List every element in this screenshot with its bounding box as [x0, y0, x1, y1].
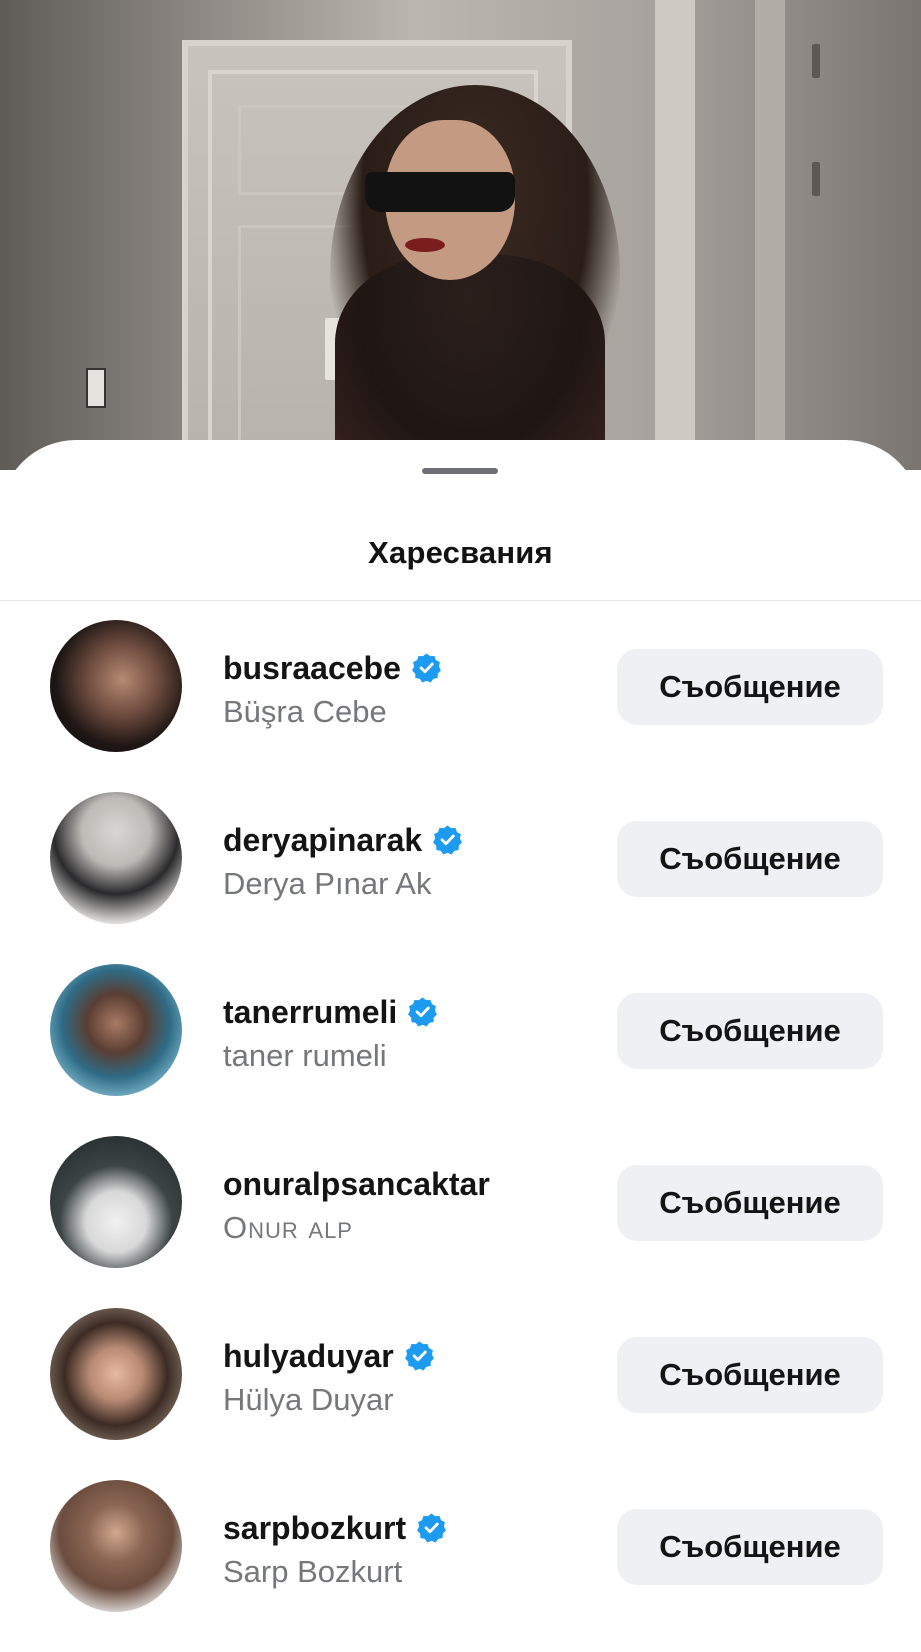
- post-photo-background: [0, 0, 921, 470]
- like-row[interactable]: tanerrumeli taner rumeli Съобщение: [0, 964, 921, 1136]
- verified-badge-icon: [433, 825, 463, 855]
- message-button[interactable]: Съобщение: [617, 649, 883, 725]
- sheet-title: Харесвания: [368, 535, 553, 570]
- username[interactable]: hulyaduyar: [223, 1338, 435, 1375]
- message-button[interactable]: Съобщение: [617, 821, 883, 897]
- avatar[interactable]: [50, 1480, 182, 1612]
- username[interactable]: tanerrumeli: [223, 994, 438, 1031]
- full-name: Sarp Bozkurt: [223, 1554, 403, 1589]
- verified-badge-icon: [411, 653, 441, 683]
- avatar[interactable]: [50, 1136, 182, 1268]
- avatar[interactable]: [50, 964, 182, 1096]
- username[interactable]: deryapinarak: [223, 822, 463, 859]
- sheet-divider: [0, 600, 921, 601]
- verified-badge-icon: [408, 997, 438, 1027]
- avatar[interactable]: [50, 1308, 182, 1440]
- username[interactable]: onuralpsancaktar: [223, 1166, 490, 1203]
- full-name: Hülya Duyar: [223, 1382, 394, 1417]
- verified-badge-icon: [417, 1513, 447, 1543]
- message-button[interactable]: Съобщение: [617, 1509, 883, 1585]
- full-name: Derya Pınar Ak: [223, 866, 432, 901]
- message-button[interactable]: Съобщение: [617, 993, 883, 1069]
- username[interactable]: sarpbozkurt: [223, 1510, 447, 1547]
- message-button[interactable]: Съобщение: [617, 1165, 883, 1241]
- username[interactable]: busraacebe: [223, 650, 442, 687]
- avatar[interactable]: [50, 792, 182, 924]
- like-row[interactable]: busraacebe Büşra Cebe Съобщение: [0, 620, 921, 792]
- like-row[interactable]: deryapinarak Derya Pınar Ak Съобщение: [0, 792, 921, 964]
- like-row[interactable]: onuralpsancaktar Onur alp Съобщение: [0, 1136, 921, 1308]
- verified-badge-icon: [404, 1341, 434, 1371]
- full-name: Büşra Cebe: [223, 694, 387, 729]
- photo-person-body: [335, 255, 605, 470]
- photo-person-sunglasses: [365, 172, 515, 212]
- full-name: taner rumeli: [223, 1038, 387, 1073]
- message-button[interactable]: Съобщение: [617, 1337, 883, 1413]
- sheet-drag-handle[interactable]: [422, 468, 498, 474]
- full-name: Onur alp: [223, 1210, 353, 1245]
- avatar[interactable]: [50, 620, 182, 752]
- like-row[interactable]: sarpbozkurt Sarp Bozkurt Съобщение: [0, 1480, 921, 1652]
- like-row[interactable]: hulyaduyar Hülya Duyar Съобщение: [0, 1308, 921, 1480]
